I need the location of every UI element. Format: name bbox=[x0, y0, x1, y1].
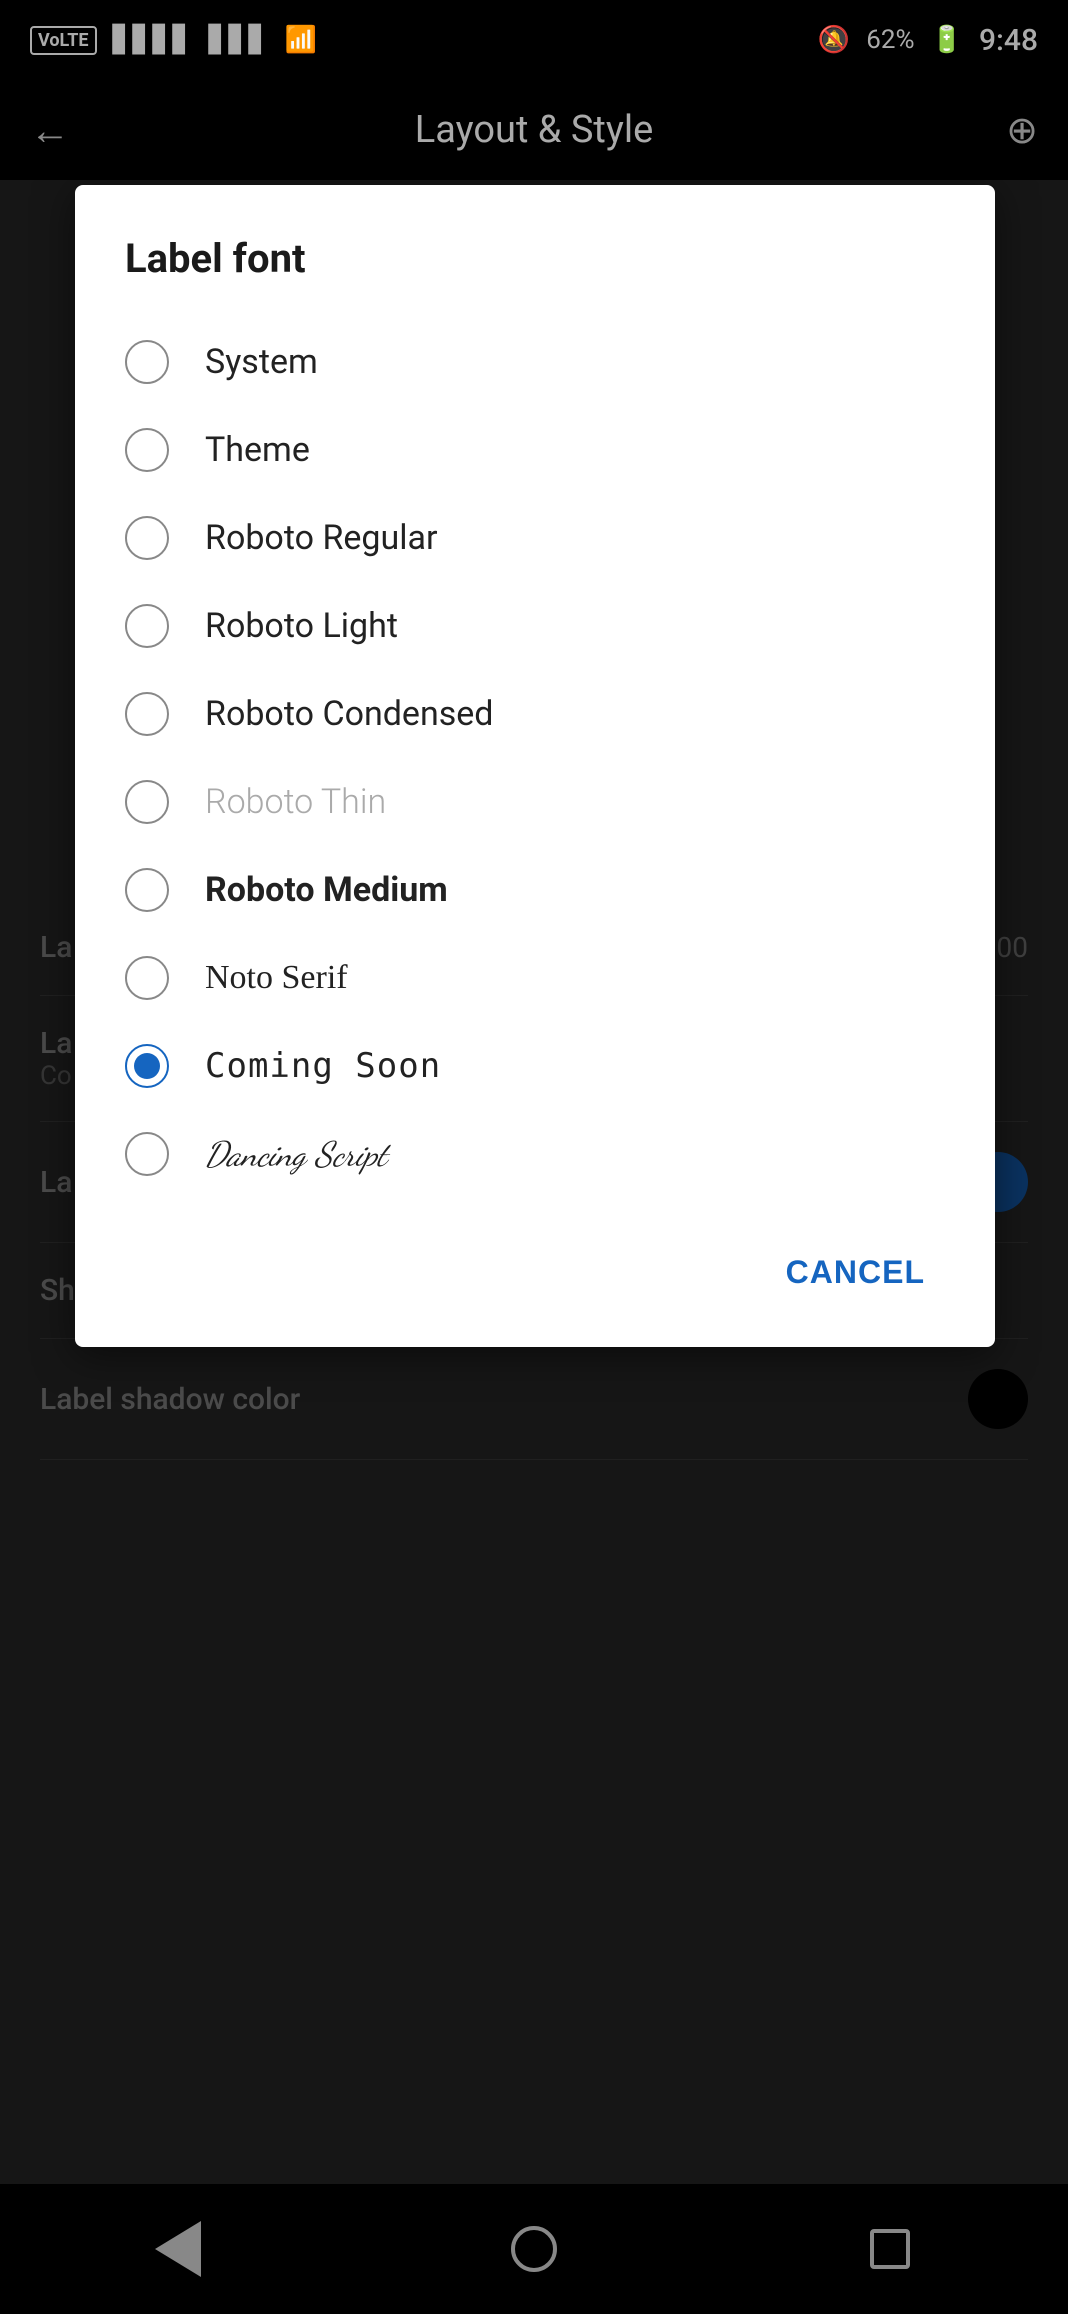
font-label-dancing-script: Dancing Script bbox=[205, 1134, 387, 1175]
mute-icon: 🔕 bbox=[818, 25, 850, 55]
dialog-actions: CANCEL bbox=[125, 1222, 945, 1307]
page-title: Layout & Style bbox=[90, 108, 978, 152]
radio-coming-soon bbox=[125, 1044, 169, 1088]
nav-recent-button[interactable] bbox=[850, 2209, 930, 2289]
radio-system bbox=[125, 340, 169, 384]
label-font-dialog: Label font System Theme Roboto Regular R… bbox=[75, 185, 995, 1347]
font-label-noto-serif: Noto Serif bbox=[205, 959, 348, 997]
top-bar: ← Layout & Style ⊕ bbox=[0, 80, 1068, 180]
font-option-dancing-script[interactable]: Dancing Script bbox=[125, 1110, 945, 1198]
bottom-nav bbox=[0, 2184, 1068, 2314]
radio-roboto-condensed bbox=[125, 692, 169, 736]
dialog-title: Label font bbox=[125, 235, 945, 282]
battery-text: 62% bbox=[866, 25, 914, 55]
font-label-roboto-regular: Roboto Regular bbox=[205, 518, 438, 558]
font-option-roboto-thin[interactable]: Roboto Thin bbox=[125, 758, 945, 846]
search-button[interactable]: ⊕ bbox=[1006, 108, 1038, 153]
font-option-system[interactable]: System bbox=[125, 318, 945, 406]
font-option-coming-soon[interactable]: Coming Soon bbox=[125, 1022, 945, 1110]
font-option-roboto-condensed[interactable]: Roboto Condensed bbox=[125, 670, 945, 758]
back-button[interactable]: ← bbox=[30, 107, 70, 154]
home-nav-icon bbox=[511, 2226, 557, 2272]
signal-icon-1: ▋▋▋▋ bbox=[113, 25, 193, 55]
radio-dancing-script bbox=[125, 1132, 169, 1176]
volte-badge: VoLTE bbox=[30, 26, 97, 55]
font-label-roboto-medium: Roboto Medium bbox=[205, 870, 448, 910]
radio-roboto-thin bbox=[125, 780, 169, 824]
font-option-noto-serif[interactable]: Noto Serif bbox=[125, 934, 945, 1022]
font-label-theme: Theme bbox=[205, 430, 310, 470]
nav-home-button[interactable] bbox=[494, 2209, 574, 2289]
cancel-button[interactable]: CANCEL bbox=[766, 1238, 945, 1307]
font-option-theme[interactable]: Theme bbox=[125, 406, 945, 494]
font-option-roboto-light[interactable]: Roboto Light bbox=[125, 582, 945, 670]
radio-roboto-light bbox=[125, 604, 169, 648]
font-label-roboto-light: Roboto Light bbox=[205, 606, 398, 646]
font-option-roboto-medium[interactable]: Roboto Medium bbox=[125, 846, 945, 934]
time-display: 9:48 bbox=[979, 23, 1038, 58]
font-label-coming-soon: Coming Soon bbox=[205, 1046, 441, 1086]
radio-roboto-regular bbox=[125, 516, 169, 560]
radio-roboto-medium bbox=[125, 868, 169, 912]
radio-noto-serif bbox=[125, 956, 169, 1000]
radio-inner-coming-soon bbox=[134, 1053, 160, 1079]
status-bar: VoLTE ▋▋▋▋ ▋▋▋ 📶 🔕 62% 🔋 9:48 bbox=[0, 0, 1068, 80]
font-label-system: System bbox=[205, 342, 318, 382]
font-label-roboto-thin: Roboto Thin bbox=[205, 782, 386, 822]
status-bar-right: 🔕 62% 🔋 9:48 bbox=[818, 23, 1038, 58]
status-bar-left: VoLTE ▋▋▋▋ ▋▋▋ 📶 bbox=[30, 25, 317, 55]
nav-back-button[interactable] bbox=[138, 2209, 218, 2289]
battery-icon: 🔋 bbox=[931, 25, 963, 55]
recent-nav-icon bbox=[870, 2229, 910, 2269]
back-nav-icon bbox=[155, 2221, 201, 2277]
font-label-roboto-condensed: Roboto Condensed bbox=[205, 694, 493, 734]
font-option-roboto-regular[interactable]: Roboto Regular bbox=[125, 494, 945, 582]
signal-icon-2: ▋▋▋ bbox=[209, 25, 269, 55]
wifi-icon: 📶 bbox=[285, 25, 317, 55]
radio-theme bbox=[125, 428, 169, 472]
